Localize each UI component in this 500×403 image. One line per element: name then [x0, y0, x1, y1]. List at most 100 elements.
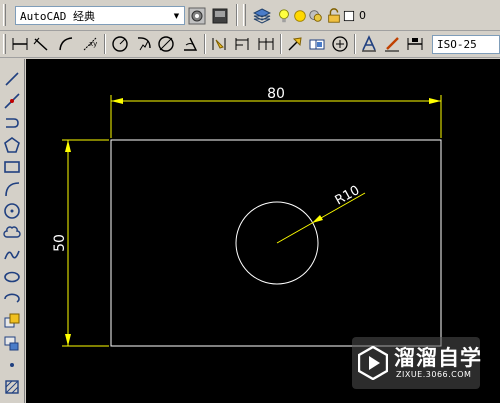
leader-icon [288, 37, 302, 51]
vertical-dimension-text: 50 [52, 234, 68, 252]
radius-icon [112, 36, 128, 52]
workspace-value: AutoCAD 经典 [20, 9, 95, 23]
quick-dimension-icon [212, 38, 226, 50]
layer-viewport-freeze-toggle[interactable] [308, 6, 324, 26]
dimension-update-icon [407, 38, 423, 50]
angular-icon [184, 37, 198, 51]
diameter-icon [158, 36, 174, 52]
dimension-text-edit-button[interactable] [382, 34, 402, 54]
dimension-style-value: ISO-25 [437, 38, 477, 51]
ellipse-arc-tool-button[interactable] [2, 289, 22, 309]
jogged-dimension-button[interactable] [134, 34, 154, 54]
line-icon [5, 72, 19, 86]
chevron-down-icon[interactable]: ▼ [169, 7, 184, 24]
layer-color-swatch[interactable] [342, 6, 356, 26]
pencil-icon [385, 37, 399, 52]
layers-icon [253, 8, 271, 24]
toolbar-grip[interactable] [3, 4, 6, 26]
arc-length-button[interactable] [56, 34, 76, 54]
polyline-icon [6, 118, 19, 128]
make-block-icon [4, 336, 19, 351]
cloud-icon [3, 226, 21, 238]
baseline-dimension-button[interactable] [232, 34, 252, 54]
horizontal-dimension[interactable]: 80 [110, 86, 442, 138]
ellipse-arc-icon [4, 293, 20, 303]
lightbulb-icon [279, 9, 289, 23]
linear-dimension-button[interactable] [10, 34, 30, 54]
separator [236, 4, 238, 26]
make-block-button[interactable] [2, 333, 22, 353]
line-tool-button[interactable] [2, 69, 22, 89]
ordinate-dimension-button[interactable]: xy [80, 34, 100, 54]
arc-tool-button[interactable] [2, 179, 22, 199]
dimension-edit-icon [362, 35, 376, 52]
circle-icon [4, 203, 20, 219]
radius-dimension-text: R10 [333, 183, 363, 209]
ordinate-dimension-icon: xy [83, 37, 97, 51]
point-tool-button[interactable] [2, 355, 22, 375]
vertical-dimension[interactable]: 50 [52, 139, 109, 347]
separator [204, 34, 206, 54]
polygon-tool-button[interactable] [2, 135, 22, 155]
layer-properties-button[interactable] [252, 6, 272, 26]
gear-icon [188, 7, 206, 25]
lock-icon [328, 8, 340, 23]
separator [354, 34, 356, 54]
watermark-logo-icon [358, 346, 388, 380]
continue-icon [258, 38, 274, 50]
dimension-style-dropdown[interactable]: ISO-25 [432, 35, 500, 54]
separator [280, 34, 282, 54]
radius-dimension[interactable]: R10 [276, 183, 366, 244]
jogged-icon [137, 37, 151, 51]
layer-freeze-toggle[interactable] [292, 6, 308, 26]
construction-line-icon [4, 93, 20, 109]
hatch-tool-button[interactable] [2, 377, 22, 397]
center-mark-button[interactable] [330, 34, 350, 54]
revision-cloud-button[interactable] [2, 223, 22, 243]
dimension-toolbar-row: xy ISO-25 [0, 31, 500, 58]
save-workspace-button[interactable] [210, 6, 230, 26]
layer-on-toggle[interactable] [276, 6, 292, 26]
watermark-subtitle: ZIXUE.3066.COM [396, 370, 472, 379]
arc-length-icon [59, 37, 73, 51]
aligned-dimension-button[interactable] [32, 34, 52, 54]
layer-lock-toggle[interactable] [326, 6, 342, 26]
radius-dimension-button[interactable] [110, 34, 130, 54]
quick-leader-button[interactable] [285, 34, 305, 54]
tolerance-icon [309, 39, 325, 50]
ellipse-tool-button[interactable] [2, 267, 22, 287]
tolerance-button[interactable] [307, 34, 327, 54]
standard-toolbar-row: AutoCAD 经典 ▼ 0 [0, 0, 500, 31]
quick-dimension-button[interactable] [210, 34, 230, 54]
workspace-settings-button[interactable] [187, 6, 207, 26]
continue-dimension-button[interactable] [256, 34, 276, 54]
svg-text:xy: xy [89, 40, 97, 48]
toolbar-grip[interactable] [243, 4, 246, 26]
center-mark-icon [332, 36, 348, 52]
polyline-tool-button[interactable] [2, 113, 22, 133]
current-layer-name[interactable]: 0 [359, 9, 366, 22]
viewport-sun-icon [309, 10, 322, 22]
polygon-icon [4, 137, 20, 153]
rectangle-icon [4, 161, 20, 173]
rectangle-shape[interactable] [110, 139, 442, 347]
dimension-edit-button[interactable] [359, 34, 379, 54]
watermark-title: 溜溜自学 [394, 346, 482, 370]
baseline-icon [235, 38, 249, 50]
dimension-update-button[interactable] [405, 34, 425, 54]
construction-line-button[interactable] [2, 91, 22, 111]
linear-dimension-icon [12, 38, 28, 50]
toolbar-grip[interactable] [3, 34, 6, 54]
angular-dimension-button[interactable] [180, 34, 200, 54]
ellipse-icon [4, 271, 20, 283]
hatch-icon [5, 380, 19, 394]
color-swatch-icon [343, 10, 355, 22]
insert-block-button[interactable] [2, 311, 22, 331]
workspace-dropdown[interactable]: AutoCAD 经典 ▼ [15, 6, 185, 25]
rectangle-tool-button[interactable] [2, 157, 22, 177]
separator [104, 34, 106, 54]
spline-tool-button[interactable] [2, 245, 22, 265]
diameter-dimension-button[interactable] [156, 34, 176, 54]
spline-icon [4, 250, 20, 260]
circle-tool-button[interactable] [2, 201, 22, 221]
